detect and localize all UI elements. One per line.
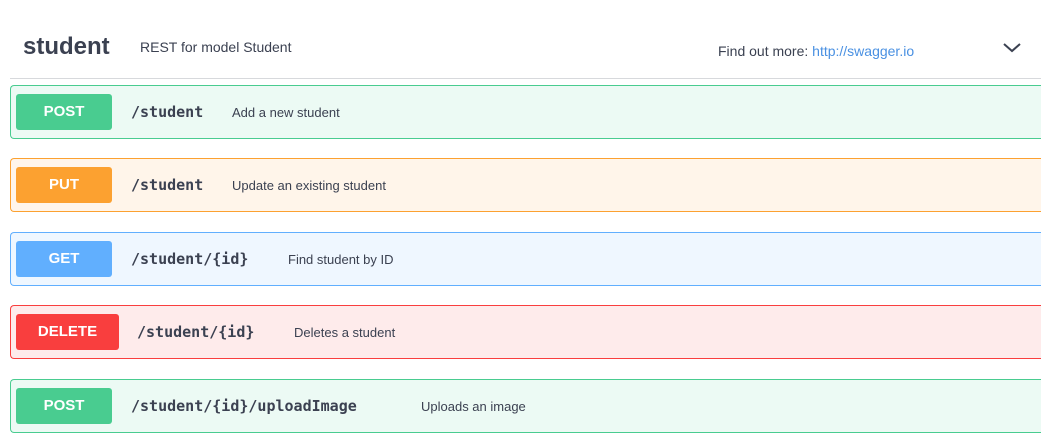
tag-name: student — [23, 33, 110, 60]
operation-summary: Uploads an image — [421, 399, 526, 414]
tag-header[interactable]: student REST for model Student Find out … — [10, 24, 1041, 79]
operation-path: /student — [131, 103, 204, 121]
chevron-down-icon-svg — [1003, 43, 1021, 53]
operation-summary: Deletes a student — [294, 325, 396, 340]
find-out-more: Find out more: http://swagger.io — [718, 43, 914, 59]
operation-put-student[interactable]: PUT /student Update an existing student — [10, 158, 1041, 212]
method-badge-post: POST — [16, 94, 112, 130]
operation-path: /student/{id} — [137, 323, 255, 341]
operation-summary: Add a new student — [232, 105, 340, 120]
operation-post-upload-image[interactable]: POST /student/{id}/uploadImage Uploads a… — [10, 379, 1041, 433]
tag-description: REST for model Student — [140, 39, 292, 55]
operation-summary: Update an existing student — [232, 178, 386, 193]
operation-get-student-id[interactable]: GET /student/{id} Find student by ID — [10, 232, 1041, 286]
method-badge-post: POST — [16, 388, 112, 424]
operation-path: /student/{id} — [131, 250, 249, 268]
operation-path: /student — [131, 176, 204, 194]
operation-post-student[interactable]: POST /student Add a new student — [10, 85, 1041, 139]
chevron-down-icon[interactable] — [1000, 36, 1024, 60]
swagger-link[interactable]: http://swagger.io — [812, 43, 914, 59]
find-more-label: Find out more: — [718, 43, 809, 59]
method-badge-put: PUT — [16, 167, 112, 203]
operation-summary: Find student by ID — [288, 252, 394, 267]
operation-delete-student-id[interactable]: DELETE /student/{id} Deletes a student — [10, 305, 1041, 359]
method-badge-delete: DELETE — [16, 314, 119, 350]
operation-path: /student/{id}/uploadImage — [131, 397, 357, 415]
method-badge-get: GET — [16, 241, 112, 277]
